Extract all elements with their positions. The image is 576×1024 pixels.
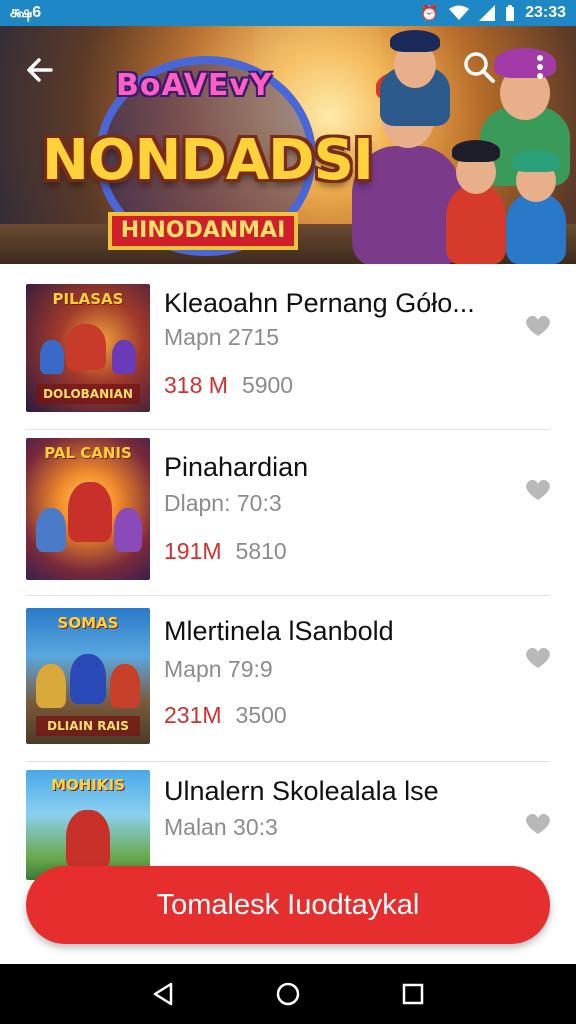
item-count: 5810 — [235, 538, 287, 564]
thumb-caption: DOLOBANIAN — [36, 384, 140, 404]
heart-icon[interactable] — [524, 812, 552, 836]
list-item[interactable]: PILASAS DOLOBANIAN Kleaoahn Pernang Góło… — [0, 264, 576, 430]
status-time: 23:33 — [525, 4, 566, 21]
thumb-character — [66, 810, 110, 870]
hero-character-5 — [506, 150, 566, 264]
thumb-character — [36, 508, 66, 552]
item-subtitle: Dlapn: 70:3 — [164, 490, 282, 516]
game-logo: BoAVEvY NONDADSI HINODANMAI — [36, 46, 374, 256]
item-subtitle: Mapn 79:9 — [164, 656, 273, 682]
item-meta: 231M 3500 — [164, 702, 287, 729]
hero-banner: BoAVEvY NONDADSI HINODANMAI — [0, 26, 576, 264]
hero-character-4 — [446, 140, 506, 264]
logo-main-text: NONDADSI — [42, 128, 374, 193]
thumb-character — [112, 340, 136, 374]
wifi-icon — [449, 5, 470, 20]
nav-recents-button[interactable] — [393, 974, 433, 1014]
thumb-character — [40, 340, 64, 374]
game-thumbnail: MOHIKIS — [26, 770, 150, 880]
game-thumbnail: PAL CANIS — [26, 438, 150, 580]
item-size: 191M — [164, 538, 222, 564]
square-recents-icon — [403, 983, 424, 1005]
status-left-text: க்ஷ6 — [10, 4, 42, 21]
thumb-character — [110, 664, 140, 708]
thumb-character — [36, 664, 66, 708]
heart-icon[interactable] — [524, 478, 552, 502]
game-thumbnail: SOMAS DLIAIN RAIS — [26, 608, 150, 744]
arrow-left-icon — [27, 58, 53, 82]
more-vertical-icon — [528, 55, 552, 79]
status-icons: ⏰ 23:33 — [420, 4, 566, 22]
status-bar: க்ஷ6 ⏰ 23:33 — [0, 0, 576, 26]
item-meta: 191M 5810 — [164, 538, 287, 565]
item-size: 231M — [164, 702, 222, 728]
thumb-title: MOHIKIS — [51, 776, 125, 794]
triangle-back-icon — [153, 982, 172, 1006]
search-button[interactable] — [462, 50, 498, 86]
signal-icon — [479, 5, 496, 21]
alarm-icon: ⏰ — [420, 5, 440, 22]
thumb-title: SOMAS — [57, 614, 119, 632]
logo-top-text: BoAVEvY — [116, 68, 273, 103]
nav-home-button[interactable] — [268, 974, 308, 1014]
nav-back-button[interactable] — [143, 974, 183, 1014]
more-options-button[interactable] — [528, 52, 552, 88]
list-item[interactable]: SOMAS DLIAIN RAIS Mlertinela lSanbold Ma… — [0, 596, 576, 762]
item-title: Pinahardian — [164, 452, 309, 482]
item-subtitle: Malan 30:3 — [164, 814, 278, 840]
item-meta: 318 M 5900 — [164, 372, 293, 399]
logo-plate-text: HINODANMAI — [108, 212, 298, 250]
item-title: Mlertinela lSanbold — [164, 616, 394, 646]
thumb-character — [114, 508, 142, 552]
thumb-character — [68, 482, 112, 542]
search-icon — [464, 52, 495, 83]
list-item[interactable]: PAL CANIS Pinahardian Dlapn: 70:3 191M 58… — [0, 430, 576, 596]
heart-icon[interactable] — [524, 646, 552, 670]
thumb-title: PAL CANIS — [44, 444, 132, 462]
system-nav-bar — [0, 964, 576, 1024]
heart-icon[interactable] — [524, 314, 552, 338]
thumb-character — [70, 654, 106, 704]
battery-icon — [506, 5, 515, 21]
back-button[interactable] — [18, 48, 62, 92]
item-title: Ulnalern Skolealala lse — [164, 776, 439, 806]
item-count: 5900 — [241, 372, 294, 398]
item-size: 318 M — [164, 372, 228, 398]
thumb-title: PILASAS — [52, 290, 124, 308]
item-subtitle: Mapn 2715 — [164, 324, 280, 350]
primary-action-button[interactable]: Tomalesk Iuodtaykal — [26, 866, 550, 944]
hero-character-2 — [380, 30, 450, 126]
thumb-character — [66, 324, 106, 370]
item-count: 3500 — [235, 702, 287, 728]
circle-home-icon — [276, 982, 300, 1006]
item-title: Kleaoahn Pernang Góło... — [164, 288, 475, 318]
thumb-caption: DLIAIN RAIS — [36, 716, 140, 736]
game-thumbnail: PILASAS DOLOBANIAN — [26, 284, 150, 412]
